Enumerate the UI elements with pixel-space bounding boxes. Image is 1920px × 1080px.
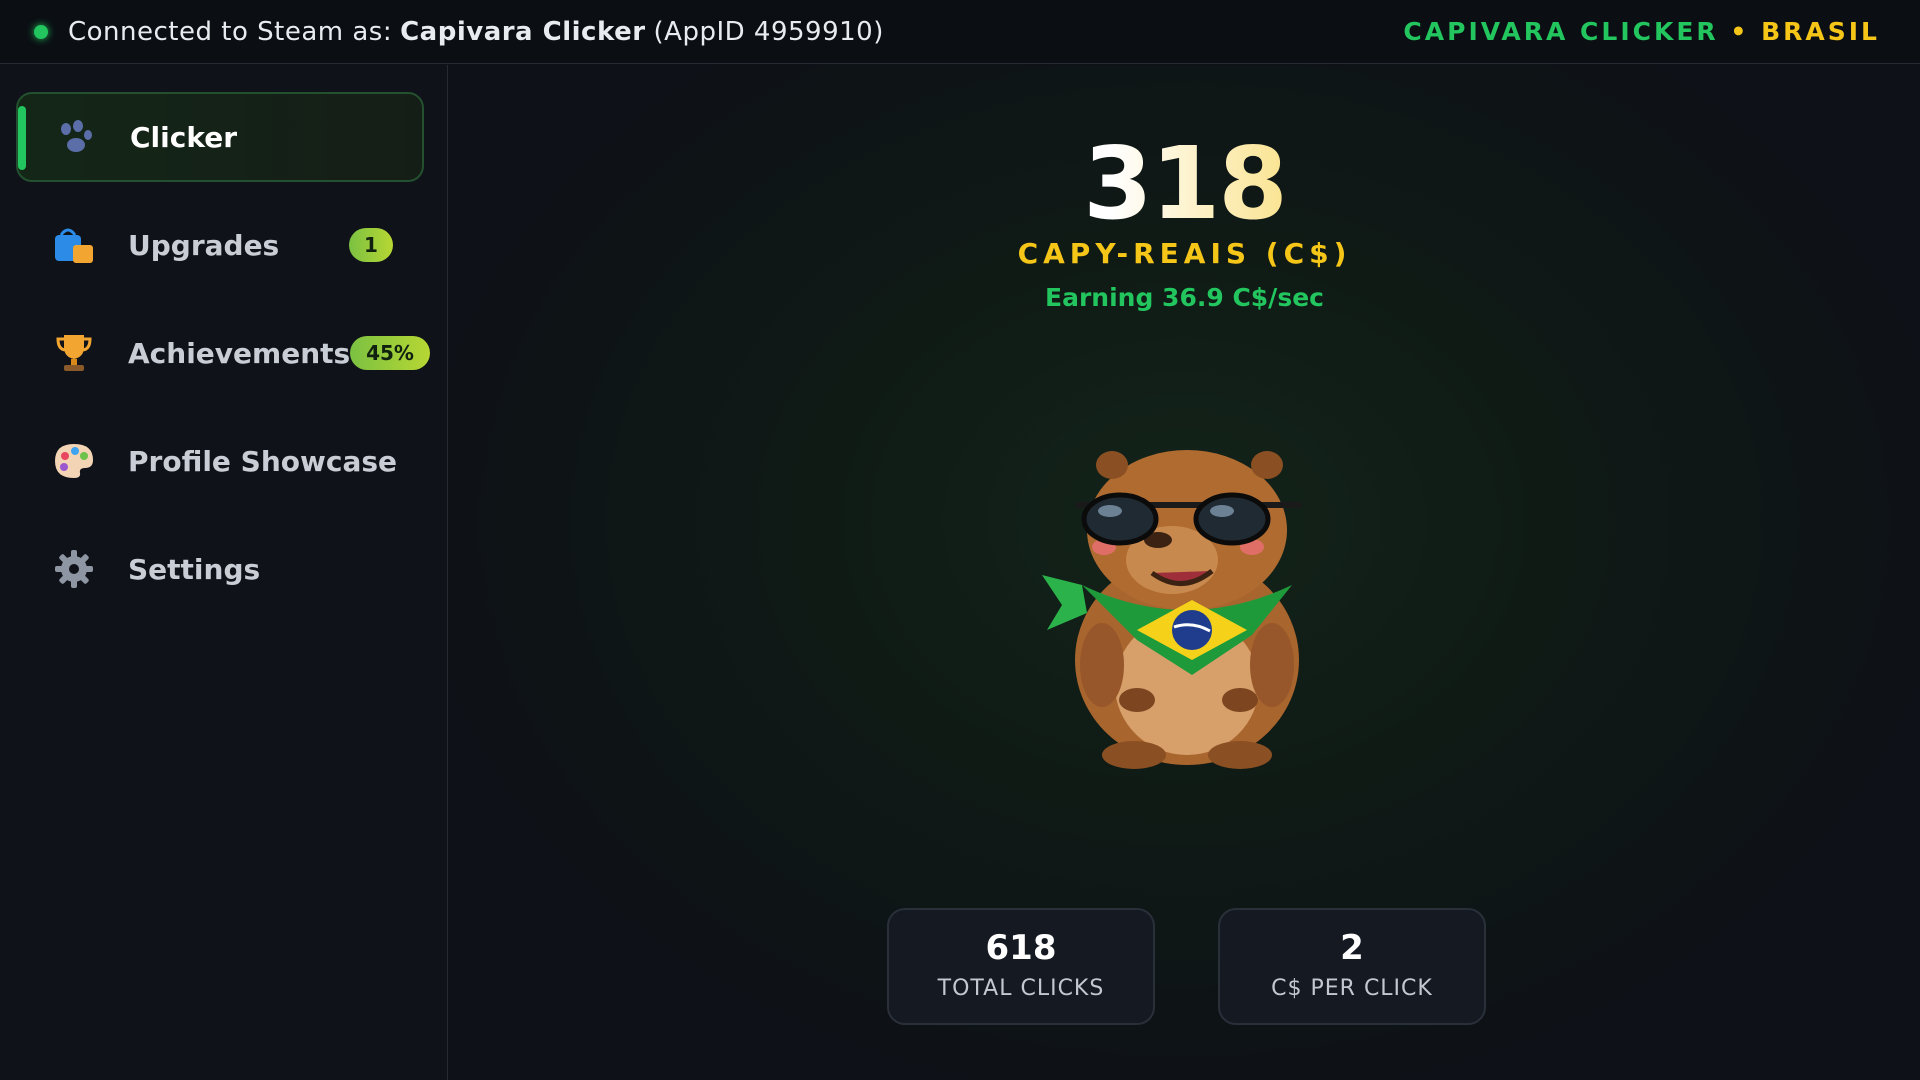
sidebar-item-achievements[interactable]: Achievements 45% xyxy=(16,308,430,398)
per-click-card: 2 C$ PER CLICK xyxy=(1218,908,1486,1025)
sidebar-item-label: Settings xyxy=(128,552,261,586)
sidebar-item-profile-showcase[interactable]: Profile Showcase xyxy=(16,416,424,506)
sidebar-item-label: Profile Showcase xyxy=(128,444,398,478)
total-clicks-card: 618 TOTAL CLICKS xyxy=(887,908,1155,1025)
upgrades-count-badge: 1 xyxy=(349,228,393,262)
top-bar: Connected to Steam as: Capivara Clicker … xyxy=(0,0,1920,64)
brand-separator: • xyxy=(1730,17,1750,46)
earning-rate: Earning 36.9 C$/sec xyxy=(1045,283,1324,312)
clicker-panel: 318 CAPY-REAIS (C$) Earning 36.9 C$/sec xyxy=(449,65,1920,1080)
total-clicks-label: TOTAL CLICKS xyxy=(937,976,1105,1001)
sidebar-item-settings[interactable]: Settings xyxy=(16,524,424,614)
sidebar-item-clicker[interactable]: Clicker xyxy=(16,92,424,182)
app-id: (AppID 4959910) xyxy=(653,16,884,47)
connection-status-dot xyxy=(34,24,48,39)
sidebar: Clicker Upgrades 1 Achievements 45% Prof… xyxy=(0,65,448,1080)
sidebar-item-label: Clicker xyxy=(130,120,238,154)
account-name: Capivara Clicker xyxy=(400,16,646,47)
per-click-label: C$ PER CLICK xyxy=(1271,976,1433,1001)
per-click-value: 2 xyxy=(1340,928,1364,968)
balance-counter: 318 xyxy=(449,125,1920,242)
capybara-click-target[interactable] xyxy=(1042,435,1332,775)
trophy-icon xyxy=(52,331,96,375)
steam-connection-status: Connected to Steam as: Capivara Clicker … xyxy=(34,17,884,47)
shopping-bag-icon xyxy=(52,223,96,267)
gear-icon xyxy=(52,547,96,591)
currency-label: CAPY-REAIS (C$) xyxy=(1017,237,1352,270)
connection-prefix: Connected to Steam as: xyxy=(68,16,393,47)
paw-icon xyxy=(54,115,98,159)
sidebar-item-label: Upgrades xyxy=(128,228,280,262)
sidebar-item-label: Achievements xyxy=(128,336,351,370)
achievements-progress-badge: 45% xyxy=(350,336,430,370)
brand-country: BRASIL xyxy=(1761,17,1880,46)
sidebar-item-upgrades[interactable]: Upgrades 1 xyxy=(16,200,424,290)
brand-name: CAPIVARA CLICKER xyxy=(1403,17,1719,46)
brand-title: CAPIVARA CLICKER • BRASIL xyxy=(1403,17,1880,46)
palette-icon xyxy=(52,439,96,483)
total-clicks-value: 618 xyxy=(985,928,1057,968)
capybara-mascot-icon xyxy=(1042,450,1302,769)
